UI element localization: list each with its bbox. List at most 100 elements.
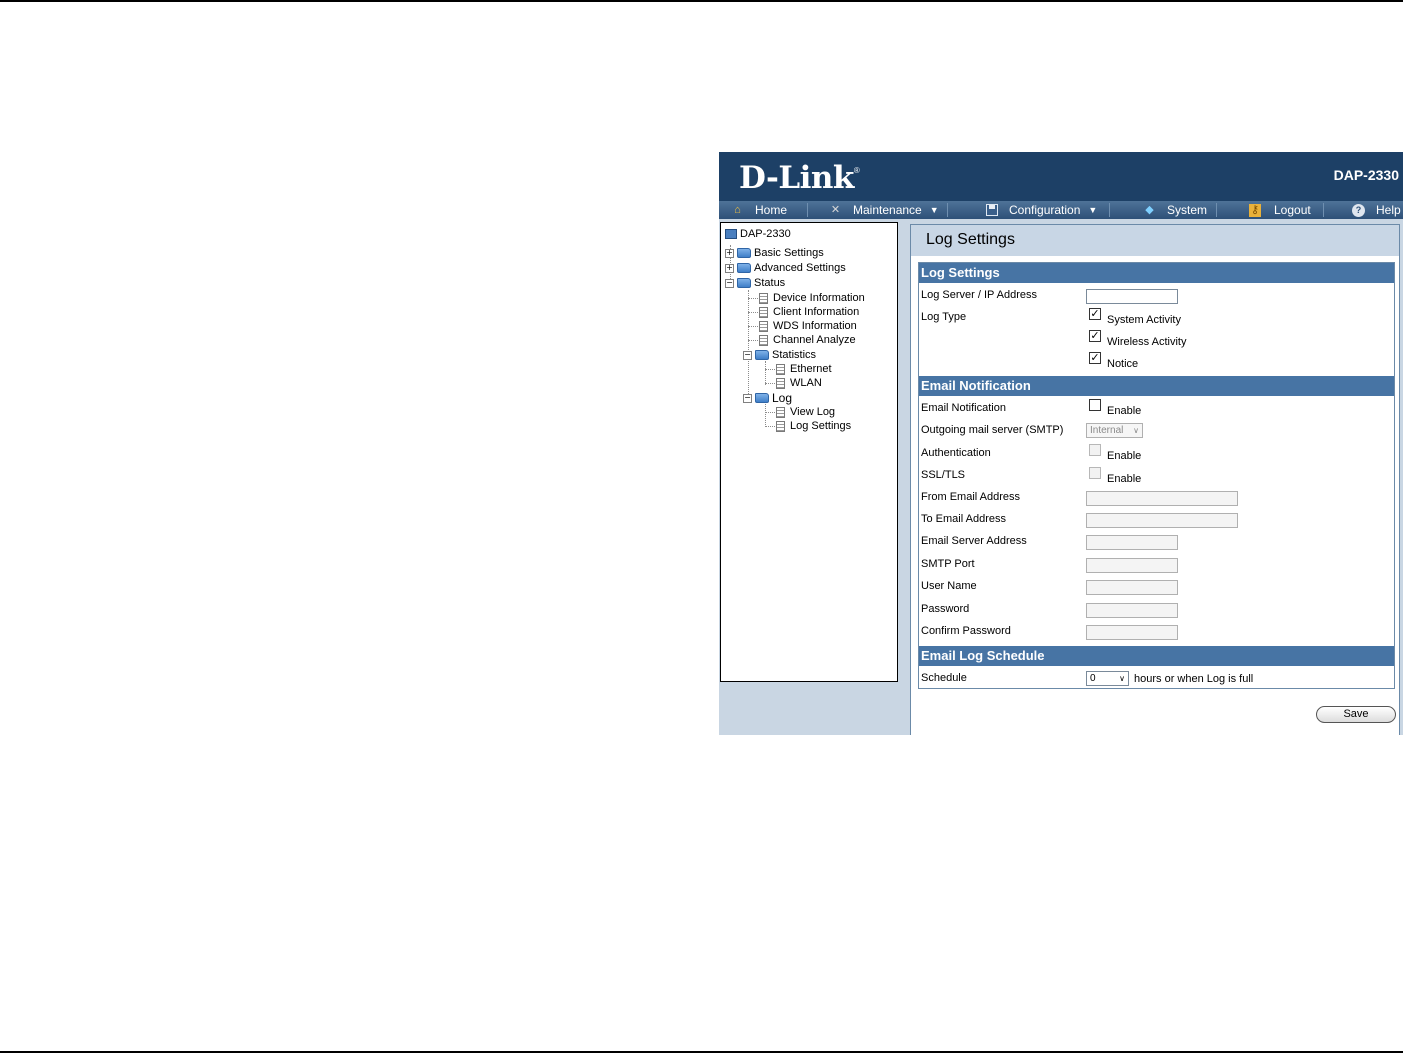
tree-item-log-settings[interactable]: Log Settings	[776, 419, 851, 433]
tree-item-status[interactable]: − Status	[725, 276, 785, 290]
tree-item-wlan[interactable]: WLAN	[776, 376, 822, 390]
router-web-ui-screenshot: D-Link® DAP-2330 ⌂ Home ✕ Maintenance ▼ …	[719, 152, 1403, 735]
schedule-value: 0	[1090, 673, 1096, 684]
system-activity-label: System Activity	[1107, 314, 1181, 326]
page-icon	[776, 420, 785, 432]
to-email-input[interactable]	[1086, 513, 1238, 528]
password-input[interactable]	[1086, 603, 1178, 618]
home-icon: ⌂	[734, 203, 741, 216]
save-button[interactable]: Save	[1316, 706, 1396, 723]
page-title: Log Settings	[911, 225, 1399, 256]
collapse-icon[interactable]: −	[743, 350, 752, 360]
tree-root[interactable]: DAP-2330	[725, 227, 791, 241]
nav-logout-label: Logout	[1274, 203, 1311, 217]
page-icon	[776, 406, 785, 418]
email-notification-label: Email Notification	[921, 402, 1006, 414]
nav-logout[interactable]: ⚷ Logout	[1249, 202, 1311, 218]
tree-item-label: Client Information	[773, 306, 860, 318]
tree-item-channel-analyze[interactable]: Channel Analyze	[759, 333, 856, 347]
nav-system-label: System	[1167, 203, 1208, 217]
tree-item-ethernet[interactable]: Ethernet	[776, 362, 832, 376]
tree-item-label: Log	[772, 391, 793, 405]
nav-configuration[interactable]: Configuration ▼	[985, 202, 1097, 218]
wireless-activity-checkbox[interactable]: ✓	[1089, 330, 1101, 342]
nav-home[interactable]: ⌂ Home	[731, 202, 787, 218]
nav-maintenance[interactable]: ✕ Maintenance ▼	[829, 202, 939, 218]
system-activity-checkbox[interactable]: ✓	[1089, 308, 1101, 320]
settings-panel: Log Settings Log Server / IP Address Log…	[918, 262, 1395, 689]
tree-line	[748, 340, 758, 341]
tree-item-log[interactable]: − Log	[743, 391, 792, 405]
tree-item-wds-information[interactable]: WDS Information	[759, 319, 857, 333]
computer-icon	[725, 229, 737, 239]
tree-item-label: Ethernet	[790, 363, 832, 375]
smtp-server-value: Internal	[1090, 425, 1124, 436]
expand-icon[interactable]: +	[725, 263, 734, 273]
schedule-label: Schedule	[921, 672, 967, 684]
email-notification-checkbox[interactable]	[1089, 399, 1101, 411]
tree-item-label: Advanced Settings	[754, 262, 846, 274]
ssl-tls-label: SSL/TLS	[921, 469, 966, 481]
tree-item-label: View Log	[790, 406, 836, 418]
open-folder-icon	[737, 278, 751, 288]
authentication-checkbox[interactable]	[1089, 444, 1101, 456]
from-email-input[interactable]	[1086, 491, 1238, 506]
collapse-icon[interactable]: −	[743, 393, 752, 403]
network-icon: ◆	[1145, 203, 1154, 216]
nav-system[interactable]: ◆ System	[1143, 202, 1207, 218]
collapse-icon[interactable]: −	[725, 278, 734, 288]
email-server-input[interactable]	[1086, 535, 1178, 550]
password-label: Password	[921, 603, 970, 615]
log-server-label: Log Server / IP Address	[921, 289, 1037, 301]
log-type-label: Log Type	[921, 311, 967, 323]
sidebar-tree: DAP-2330 + Basic Settings + Advanced Set…	[720, 222, 898, 682]
nav-separator	[1323, 203, 1324, 217]
user-name-label: User Name	[921, 580, 977, 592]
chevron-down-icon: ∨	[1133, 426, 1139, 435]
chevron-down-icon: ∨	[1119, 674, 1125, 683]
user-name-input[interactable]	[1086, 580, 1178, 595]
key-icon: ⚷	[1249, 203, 1261, 217]
nav-help[interactable]: ? Help	[1352, 202, 1401, 218]
tree-item-label: WLAN	[790, 377, 822, 389]
authentication-label: Authentication	[921, 447, 991, 459]
notice-checkbox[interactable]: ✓	[1089, 352, 1101, 364]
tree-item-label: WDS Information	[773, 320, 857, 332]
expand-icon[interactable]: +	[725, 248, 734, 258]
folder-icon	[737, 263, 751, 273]
chevron-down-icon: ▼	[1088, 205, 1098, 215]
nav-maintenance-label: Maintenance	[853, 203, 922, 217]
to-email-label: To Email Address	[921, 513, 1006, 525]
log-server-input[interactable]	[1086, 289, 1178, 304]
smtp-server-label: Outgoing mail server (SMTP)	[921, 424, 1064, 436]
page-icon	[759, 334, 768, 346]
tree-item-basic-settings[interactable]: + Basic Settings	[725, 246, 824, 260]
confirm-password-input[interactable]	[1086, 625, 1178, 640]
wireless-activity-label: Wireless Activity	[1107, 336, 1187, 348]
smtp-server-select[interactable]: Internal ∨	[1086, 423, 1143, 438]
tree-line	[765, 404, 766, 427]
tree-line	[748, 290, 749, 398]
tree-item-advanced-settings[interactable]: + Advanced Settings	[725, 261, 846, 275]
nav-help-label: Help	[1376, 203, 1401, 217]
smtp-port-input[interactable]	[1086, 558, 1178, 573]
tree-root-label: DAP-2330	[740, 228, 791, 240]
from-email-label: From Email Address	[921, 491, 1021, 503]
tree-line	[748, 312, 758, 313]
model-name: DAP-2330	[1333, 167, 1399, 183]
tree-item-view-log[interactable]: View Log	[776, 405, 835, 419]
schedule-suffix: hours or when Log is full	[1134, 673, 1254, 685]
page-icon	[759, 306, 768, 318]
confirm-password-label: Confirm Password	[921, 625, 1011, 637]
ssl-tls-enable-label: Enable	[1107, 473, 1142, 485]
ssl-tls-checkbox[interactable]	[1089, 467, 1101, 479]
page-icon	[776, 377, 785, 389]
tree-item-client-information[interactable]: Client Information	[759, 305, 859, 319]
tree-item-statistics[interactable]: − Statistics	[743, 348, 816, 362]
tree-item-device-information[interactable]: Device Information	[759, 291, 865, 305]
schedule-select[interactable]: 0 ∨	[1086, 671, 1129, 686]
page-icon	[759, 292, 768, 304]
tree-line	[765, 412, 775, 413]
section-header-log-settings: Log Settings	[919, 263, 1394, 283]
nav-separator	[1216, 203, 1217, 217]
